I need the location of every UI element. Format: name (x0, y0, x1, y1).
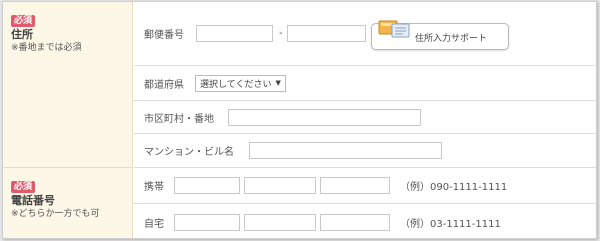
phone-label-cell: 必須 電話番号 ※どちらか一方でも可 (3, 168, 133, 238)
building-input[interactable] (249, 142, 442, 159)
home-second-input[interactable] (244, 213, 316, 231)
postal-code-first-input[interactable] (196, 25, 273, 42)
phone-note: ※どちらか一方でも可 (11, 209, 100, 219)
city-label: 市区町村・番地 (144, 113, 214, 125)
mobile-phone-row: 携帯 （例）090-1111-1111 (134, 168, 596, 204)
home-third-input[interactable] (320, 213, 390, 231)
required-badge: 必須 (11, 15, 36, 27)
address-note: ※番地までは必須 (11, 43, 82, 53)
postal-separator: - (279, 28, 283, 39)
phone-title: 電話番号 (11, 194, 55, 207)
building-label: マンション・ビル名 (144, 147, 234, 158)
mobile-label: 携帯 (144, 182, 164, 193)
address-book-icon (378, 20, 410, 38)
home-example: （例）03-1111-1111 (400, 218, 501, 230)
postal-code-row: 郵便番号 - 住所入力サポート (134, 2, 596, 66)
building-row: マンション・ビル名 (134, 134, 596, 168)
city-input[interactable] (228, 108, 421, 126)
postal-code-label: 郵便番号 (144, 30, 184, 41)
dropdown-arrow-icon: ▼ (275, 79, 281, 87)
mobile-first-input[interactable] (174, 177, 240, 194)
prefecture-row: 都道府県 選択してください ▼ (134, 66, 596, 101)
mobile-third-input[interactable] (320, 177, 390, 194)
mobile-second-input[interactable] (244, 177, 316, 194)
prefecture-selected-value: 選択してください (200, 79, 272, 90)
address-support-label: 住所入力サポート (415, 34, 488, 44)
home-label: 自宅 (144, 218, 164, 230)
prefecture-select[interactable]: 選択してください ▼ (195, 74, 286, 92)
mobile-example: （例）090-1111-1111 (400, 182, 508, 193)
address-support-button[interactable]: 住所入力サポート (371, 20, 509, 50)
address-label-cell: 必須 住所 ※番地までは必須 (3, 2, 133, 168)
city-row: 市区町村・番地 (134, 101, 596, 134)
home-phone-row: 自宅 （例）03-1111-1111 (134, 204, 596, 238)
required-badge: 必須 (11, 181, 36, 193)
home-first-input[interactable] (174, 213, 240, 231)
postal-code-second-input[interactable] (286, 25, 366, 42)
prefecture-label: 都道府県 (144, 79, 184, 91)
address-title: 住所 (11, 28, 33, 41)
address-form: 必須 住所 ※番地までは必須 必須 電話番号 ※どちらか一方でも可 郵便番号 -… (2, 1, 597, 239)
